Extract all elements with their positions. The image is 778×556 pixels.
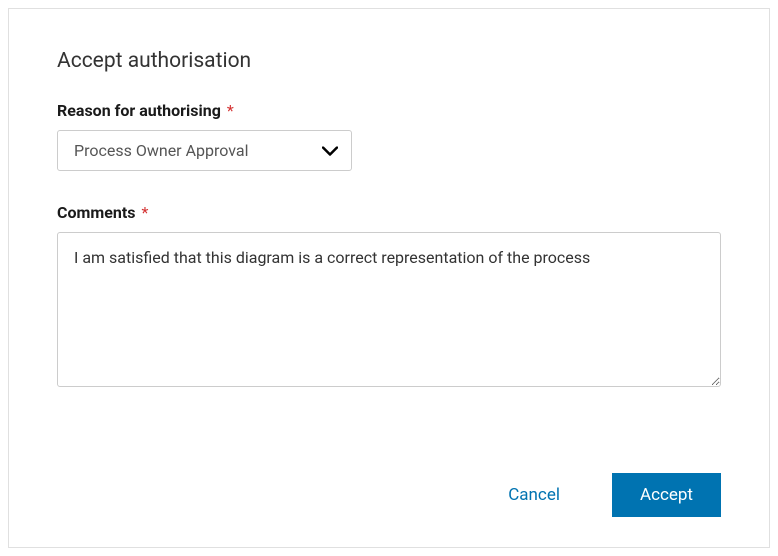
reason-select[interactable]: Process Owner Approval bbox=[57, 130, 352, 171]
reason-field-group: Reason for authorising * Process Owner A… bbox=[57, 101, 721, 171]
comments-label-text: Comments bbox=[57, 203, 135, 222]
dialog-actions: Cancel Accept bbox=[57, 473, 721, 517]
dialog-title: Accept authorisation bbox=[57, 49, 721, 73]
comments-label: Comments * bbox=[57, 203, 721, 222]
reason-select-wrapper: Process Owner Approval bbox=[57, 130, 352, 171]
comments-field-group: Comments * I am satisfied that this diag… bbox=[57, 203, 721, 391]
reason-label-text: Reason for authorising bbox=[57, 101, 221, 120]
reason-label: Reason for authorising * bbox=[57, 101, 721, 120]
comments-required-mark: * bbox=[141, 203, 148, 222]
comments-textarea[interactable]: I am satisfied that this diagram is a co… bbox=[57, 232, 721, 387]
cancel-button[interactable]: Cancel bbox=[496, 477, 572, 513]
accept-authorisation-dialog: Accept authorisation Reason for authoris… bbox=[8, 8, 770, 548]
accept-button[interactable]: Accept bbox=[612, 473, 721, 517]
reason-required-mark: * bbox=[227, 101, 234, 120]
